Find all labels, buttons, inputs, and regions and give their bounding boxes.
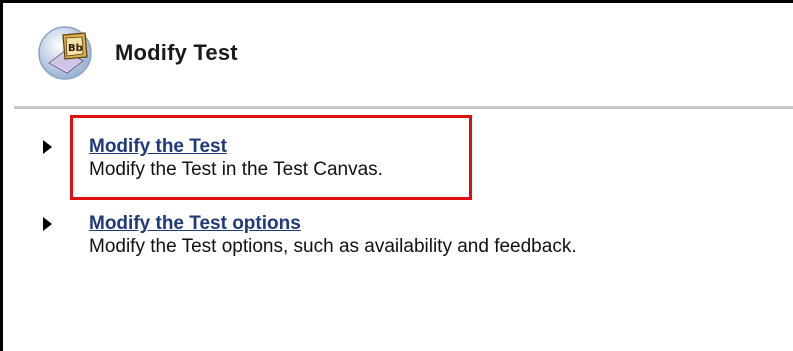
list-item-modify-test-options: Modify the Test options Modify the Test … xyxy=(43,213,577,259)
page-title: Modify Test xyxy=(115,40,238,65)
page-frame: Bb Modify Test Modify the Test Modify th… xyxy=(0,0,793,351)
modify-test-options-link[interactable]: Modify the Test options xyxy=(89,213,577,235)
blackboard-test-icon: Bb xyxy=(38,26,92,80)
modify-test-options-description: Modify the Test options, such as availab… xyxy=(89,236,577,257)
header-divider xyxy=(14,106,793,109)
list-item-modify-test: Modify the Test Modify the Test in the T… xyxy=(43,136,383,182)
list-item-text: Modify the Test options Modify the Test … xyxy=(89,213,577,259)
triangle-bullet-icon xyxy=(43,140,52,154)
modify-test-description: Modify the Test in the Test Canvas. xyxy=(89,159,383,180)
modify-test-link[interactable]: Modify the Test xyxy=(89,136,383,158)
page-header: Bb Modify Test xyxy=(37,23,238,83)
list-item-text: Modify the Test Modify the Test in the T… xyxy=(89,136,383,182)
triangle-bullet-icon xyxy=(43,217,52,231)
svg-text:Bb: Bb xyxy=(68,43,83,54)
